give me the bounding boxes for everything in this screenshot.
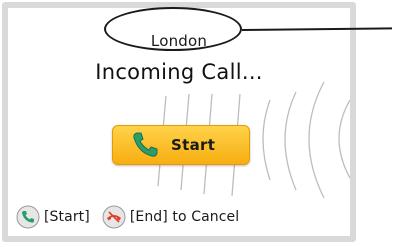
green-call-key-icon [16,205,40,229]
start-key-hint: [Start] [44,209,90,225]
key-hints: [Start] [End] to Cancel [16,204,350,230]
caller-name-callout-ellipse [104,7,242,51]
red-end-call-key-icon [102,205,126,229]
start-call-button[interactable]: Start [112,125,250,165]
start-button-label: Start [171,136,216,154]
phone-handset-icon [133,132,158,157]
incoming-call-figure: London Incoming Call... Start [Start] [E… [0,0,394,247]
incoming-call-title: Incoming Call... [95,60,263,84]
end-key-hint: [End] to Cancel [129,209,240,225]
